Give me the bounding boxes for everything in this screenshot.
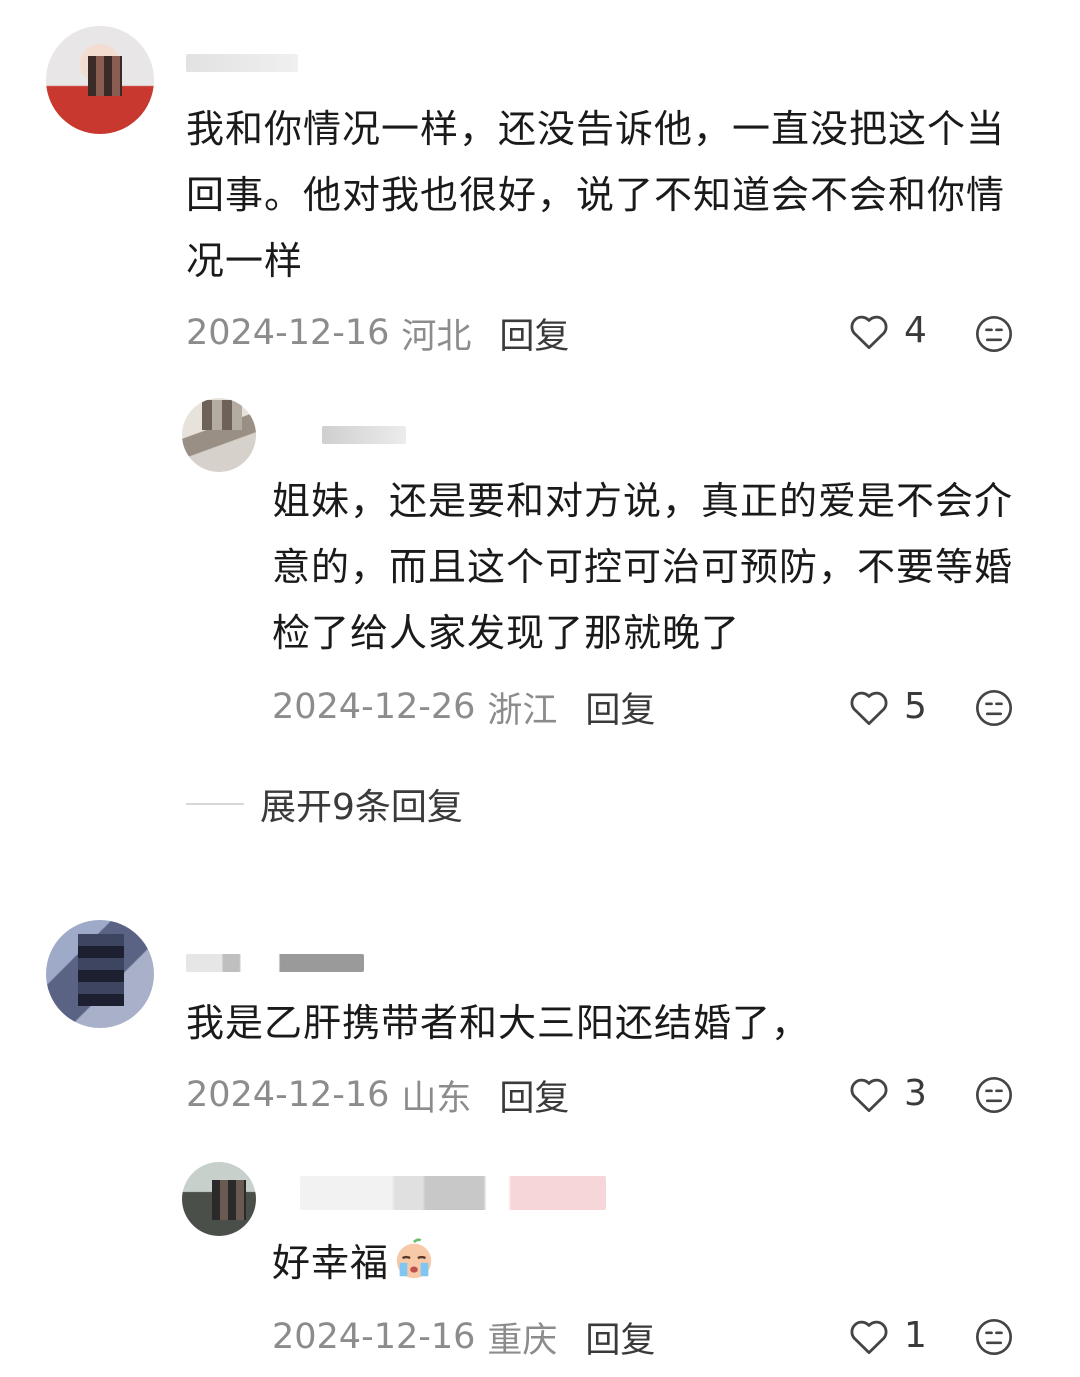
unhappy-face-icon[interactable] (974, 1317, 1014, 1357)
like-count: 4 (904, 310, 927, 351)
comment-meta: 2024-12-26 浙江 回复 (272, 682, 655, 732)
like-count: 1 (904, 1315, 927, 1356)
reply-button[interactable]: 回复 (585, 682, 655, 733)
comment-location: 浙江 (487, 690, 558, 731)
username-blurred[interactable] (186, 54, 298, 72)
avatar[interactable] (46, 26, 154, 134)
username-blurred[interactable] (322, 426, 406, 444)
like-button[interactable]: 4 (848, 310, 927, 351)
like-button[interactable]: 3 (848, 1073, 927, 1114)
heart-outline-icon (850, 1320, 888, 1354)
expand-replies-label: 展开9条回复 (260, 787, 463, 828)
avatar[interactable] (182, 1162, 256, 1236)
reply-button[interactable]: 回复 (499, 1070, 569, 1121)
comment-text: 姐妹，还是要和对方说，真正的爱是不会介意的，而且这个可控可治可预防，不要等婚检了… (272, 479, 1014, 655)
crying-emoji (396, 1238, 432, 1279)
like-count: 3 (904, 1073, 927, 1114)
comment-date: 2024-12-16 (186, 1075, 390, 1115)
reply-button[interactable]: 回复 (499, 308, 569, 359)
comment-date: 2024-12-16 (186, 313, 390, 353)
comment-text: 好幸福 (272, 1230, 1042, 1296)
unhappy-face-icon[interactable] (974, 1075, 1014, 1115)
heart-outline-icon (850, 691, 888, 725)
unhappy-face-icon[interactable] (974, 688, 1014, 728)
comment-text: 我和你情况一样，还没告诉他，一直没把这个当回事。他对我也很好，说了不知道会不会和… (186, 107, 1006, 283)
like-count: 5 (904, 686, 927, 727)
comment-location: 重庆 (487, 1320, 558, 1361)
like-button[interactable]: 1 (848, 1315, 927, 1356)
heart-outline-icon (850, 315, 888, 349)
comment-date: 2024-12-26 (272, 687, 476, 727)
like-button[interactable]: 5 (848, 686, 927, 727)
comment-meta: 2024-12-16 山东 回复 (186, 1070, 569, 1120)
avatar[interactable] (182, 398, 256, 472)
comment-meta: 2024-12-16 河北 回复 (186, 308, 569, 358)
comment-text: 我是乙肝携带者和大三阳还结婚了， (186, 1001, 811, 1045)
comment-date: 2024-12-16 (272, 1317, 476, 1357)
unhappy-face-icon[interactable] (974, 314, 1014, 354)
username-blurred[interactable] (300, 1176, 606, 1210)
divider (186, 803, 244, 805)
comment-location: 河北 (401, 316, 472, 357)
reply-button[interactable]: 回复 (585, 1312, 655, 1363)
expand-replies-button[interactable]: 展开9条回复 (186, 778, 463, 830)
comment-meta: 2024-12-16 重庆 回复 (272, 1312, 655, 1362)
avatar[interactable] (46, 920, 154, 1028)
comment-location: 山东 (401, 1078, 472, 1119)
username-blurred[interactable] (186, 954, 364, 972)
comment-text-content: 好幸福 (272, 1241, 390, 1285)
heart-outline-icon (850, 1078, 888, 1112)
